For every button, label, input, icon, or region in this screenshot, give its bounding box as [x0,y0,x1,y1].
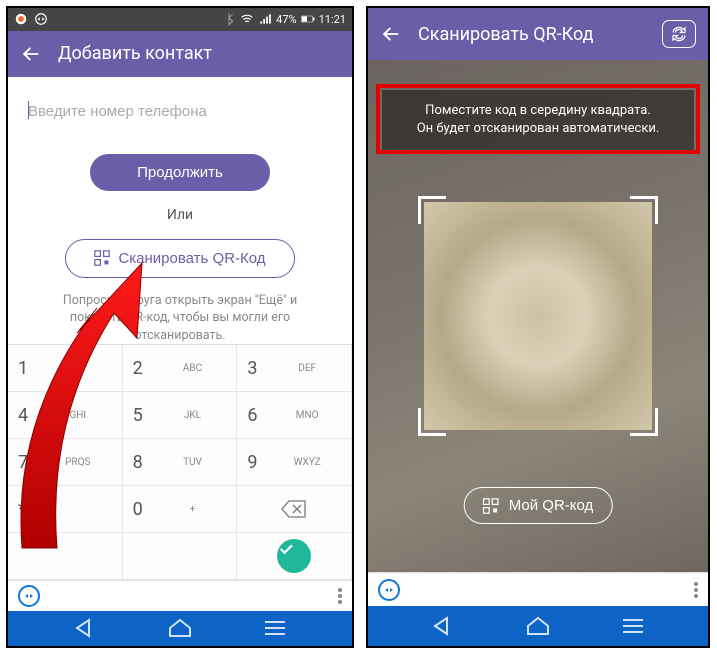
or-divider: Или [167,207,193,223]
numeric-keypad: 1 2ABC 3DEF 4GHI 5JKL 6MNO 7PRQS 8TUV 9W… [8,344,352,580]
key-7[interactable]: 7PRQS [8,439,123,486]
nav-recent-icon[interactable] [263,619,287,637]
key-empty [8,533,123,580]
backspace-icon [281,500,307,518]
nav-home-icon[interactable] [525,616,551,636]
key-2[interactable]: 2ABC [123,345,238,392]
key-9[interactable]: 9WXYZ [237,439,352,486]
qr-hint: Попросите друга открыть экран "Ещё" и по… [28,292,332,345]
scan-frame [418,196,658,436]
continue-button[interactable]: Продолжить [90,154,270,191]
android-nav-bar [368,606,708,646]
switch-camera-icon [670,25,688,43]
battery-icon [301,12,315,26]
more-icon[interactable] [338,588,342,604]
frame-corner-icon [630,408,658,436]
key-confirm[interactable] [237,533,352,580]
key-8[interactable]: 8TUV [123,439,238,486]
wifi-icon [240,12,254,26]
my-qr-button[interactable]: Мой QR-код [464,487,613,524]
frame-corner-icon [418,408,446,436]
clock-text: 11:21 [319,13,346,26]
phone-input[interactable] [28,95,332,130]
my-qr-label: Мой QR-код [509,497,594,514]
frame-corner-icon [418,196,446,224]
scan-instruction-line2: Он будет отсканирован автоматически. [392,120,684,138]
frame-corner-icon [630,196,658,224]
qr-icon [94,250,110,266]
camera-preview-tile [424,202,652,430]
switch-camera-button[interactable] [662,20,696,48]
qr-icon [483,498,499,514]
teamviewer-bar [8,580,352,610]
key-empty2 [123,533,238,580]
key-4[interactable]: 4GHI [8,392,123,439]
app-bar: Сканировать QR-Код [368,8,708,60]
scan-qr-button[interactable]: Сканировать QR-Код [65,239,295,278]
status-bar: 47% 11:21 [8,8,352,31]
key-backspace[interactable] [237,486,352,533]
key-1[interactable]: 1 [8,345,123,392]
camera-viewfinder: Поместите код в середину квадрата. Он бу… [368,60,708,572]
android-nav-bar [8,611,352,646]
nav-home-icon[interactable] [167,618,193,638]
scan-instruction-line1: Поместите код в середину квадрата. [392,102,684,120]
nav-back-icon[interactable] [73,618,97,638]
page-title: Добавить контакт [58,43,212,64]
signal-icon [258,12,272,26]
bluetooth-icon [222,12,236,26]
key-symbols[interactable]: * # [8,486,123,533]
teamviewer-bar [368,572,708,606]
scan-instruction: Поместите код в середину квадрата. Он бу… [382,90,694,150]
app-bar: Добавить контакт [8,31,352,77]
key-3[interactable]: 3DEF [237,345,352,392]
check-icon [277,540,295,558]
key-6[interactable]: 6MNO [237,392,352,439]
teamviewer-icon[interactable] [378,579,400,601]
battery-text: 47% [276,13,296,26]
teamviewer-status-icon [34,12,48,26]
nav-recent-icon[interactable] [621,617,645,635]
key-5[interactable]: 5JKL [123,392,238,439]
key-0[interactable]: 0+ [123,486,238,533]
back-icon[interactable] [380,23,402,45]
nav-back-icon[interactable] [431,616,455,636]
teamviewer-icon[interactable] [18,585,40,607]
page-title: Сканировать QR-Код [418,24,646,45]
scan-qr-label: Сканировать QR-Код [118,250,265,267]
app-indicator-icon [14,12,28,26]
more-icon[interactable] [694,582,698,598]
back-icon[interactable] [20,43,42,65]
